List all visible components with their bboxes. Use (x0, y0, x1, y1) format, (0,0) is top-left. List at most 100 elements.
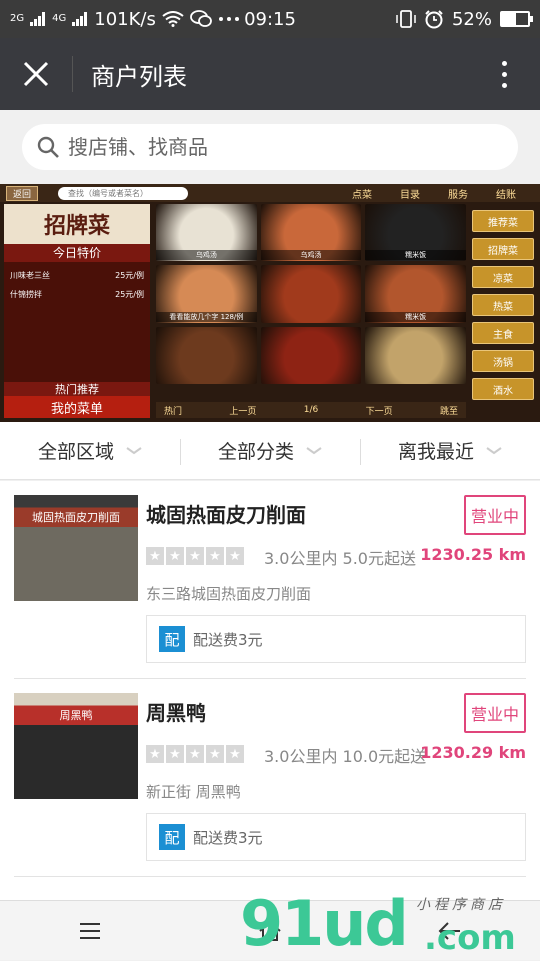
filter-bar: 全部区域 全部分类 离我最近 (0, 422, 540, 480)
delivery-tag: 配 (159, 824, 185, 850)
banner-my-menu: 我的菜单 (4, 396, 150, 418)
banner-dish-label: 看看能放几个字 128/例 (156, 311, 257, 322)
search-input[interactable] (68, 135, 468, 159)
signal-4g-icon: 4G (52, 13, 67, 24)
rating-stars: ★ ★ ★ ★ ★ (146, 745, 244, 763)
banner-dish-label: 乌鸡汤 (156, 250, 257, 261)
wechat-icon (189, 10, 212, 27)
banner-category: 主食 (472, 322, 534, 344)
banner-dish: 乌鸡汤 (156, 204, 257, 262)
signal-2g-icon: 2G (10, 13, 25, 24)
home-button[interactable] (180, 901, 360, 961)
status-bar: 2G 4G 101K/s 09:15 52% (0, 0, 540, 38)
menu-button[interactable] (0, 901, 180, 961)
banner-dish: 看看能放几个字 128/例 (156, 265, 257, 323)
banner-dish-label: 糯米饭 (365, 250, 466, 261)
close-icon (23, 61, 49, 87)
star-icon: ★ (166, 547, 184, 565)
vibrate-icon (396, 10, 416, 28)
shop-meta: 3.0公里内 10.0元起送 (264, 747, 427, 766)
back-icon (438, 921, 460, 940)
title-divider (72, 56, 73, 92)
banner-menu-item: 服务 (448, 189, 468, 201)
shop-distance: 1230.29 km (420, 743, 526, 762)
banner-category: 热菜 (472, 294, 534, 316)
star-icon: ★ (146, 547, 164, 565)
status-right: 52% (396, 8, 533, 30)
banner-menu: 点菜 目录 服务 结账 (352, 186, 516, 201)
star-icon: ★ (166, 745, 184, 763)
banner-menu-item: 点菜 (352, 189, 372, 201)
banner-category: 推荐菜 (472, 210, 534, 232)
signal-bars-icon (72, 12, 88, 26)
shop-sign: 周黑鸭 (59, 709, 93, 722)
banner-dish-label: 乌鸡汤 (260, 250, 362, 261)
banner-dish: 糯米饭 (365, 204, 466, 262)
search-box[interactable] (22, 124, 518, 170)
more-dots-icon (218, 17, 239, 21)
star-icon: ★ (186, 547, 204, 565)
banner-search: 查找（编号或者菜名） (58, 186, 189, 200)
star-icon: ★ (146, 745, 164, 763)
home-icon (259, 920, 281, 941)
banner-logo: 招牌菜 (43, 213, 110, 239)
filter-distance[interactable]: 离我最近 (360, 437, 540, 465)
title-bar: 商户列表 (0, 38, 540, 110)
battery-icon (500, 11, 533, 27)
shop-item[interactable]: 周黑鸭 周黑鸭 营业中 ★ ★ ★ ★ ★ 3.0公里内 10.0元起送 1230.29 km 新正… (14, 679, 526, 877)
banner-category: 酒水 (472, 378, 534, 400)
banner-today-special: 今日特价 (4, 244, 150, 262)
search-section (0, 110, 540, 184)
delivery-fee: 配送费3元 (193, 828, 263, 847)
chevron-down-icon (126, 446, 142, 454)
menu-icon (80, 922, 100, 939)
back-button[interactable] (360, 901, 540, 961)
banner-menu-item: 目录 (400, 189, 420, 201)
star-icon: ★ (226, 547, 244, 565)
status-left: 2G 4G 101K/s (10, 9, 240, 30)
battery-level (502, 13, 516, 25)
page-title: 商户列表 (91, 62, 187, 91)
status-badge: 营业中 (464, 495, 526, 535)
rating-stars: ★ ★ ★ ★ ★ (146, 547, 244, 565)
shop-meta: 3.0公里内 5.0元起送 (264, 549, 416, 568)
star-icon: ★ (206, 547, 224, 565)
shop-sign: 城固热面皮刀削面 (32, 511, 120, 524)
shop-item[interactable]: 城固热面皮刀削面 城固热面皮刀削面 营业中 ★ ★ ★ ★ ★ 3.0公里内 5.0元起送 123… (14, 481, 526, 679)
banner-top-bar: 返回 查找（编号或者菜名） 点菜 目录 服务 结账 (0, 184, 540, 202)
close-button[interactable] (0, 38, 72, 110)
filter-category[interactable]: 全部分类 (180, 437, 360, 465)
status-badge: 营业中 (464, 693, 526, 733)
banner-category: 招牌菜 (472, 238, 534, 260)
shop-address: 新正街 周黑鸭 (146, 783, 241, 801)
bottom-nav (0, 900, 540, 960)
banner-dish (260, 265, 362, 323)
shop-thumbnail: 周黑鸭 (14, 693, 138, 799)
banner-category: 汤锅 (472, 350, 534, 372)
banner-dish (365, 326, 466, 384)
search-icon (36, 135, 60, 159)
banner-category: 凉菜 (472, 266, 534, 288)
battery-percent: 52% (451, 8, 492, 30)
more-icon (501, 60, 507, 88)
banner-dish (156, 326, 257, 384)
banner-dish: 乌鸡汤 (260, 204, 362, 262)
promo-banner[interactable]: 返回 查找（编号或者菜名） 点菜 目录 服务 结账 招牌菜 今日特价 川味老三丝… (0, 184, 540, 422)
banner-bottom-bar: 热门 上一页 1/6 下一页 跳至 (156, 402, 466, 418)
shop-name: 周黑鸭 (146, 701, 206, 725)
signal-bars-icon (30, 12, 46, 26)
wifi-icon (162, 11, 184, 27)
more-button[interactable] (468, 38, 540, 110)
banner-dish-label: 糯米饭 (365, 311, 466, 322)
banner-menu-item: 结账 (496, 189, 516, 201)
shop-list: 城固热面皮刀削面 城固热面皮刀削面 营业中 ★ ★ ★ ★ ★ 3.0公里内 5.0元起送 123… (0, 481, 540, 900)
banner-dish: 糯米饭 (365, 265, 466, 323)
shop-name: 城固热面皮刀削面 (146, 503, 306, 527)
network-speed: 101K/s (94, 8, 156, 30)
delivery-info: 配配送费3元 (146, 813, 526, 861)
star-icon: ★ (226, 745, 244, 763)
filter-area[interactable]: 全部区域 (0, 437, 180, 464)
chevron-down-icon (486, 446, 502, 454)
delivery-fee: 配送费3元 (193, 630, 263, 649)
shop-distance: 1230.25 km (420, 545, 526, 564)
